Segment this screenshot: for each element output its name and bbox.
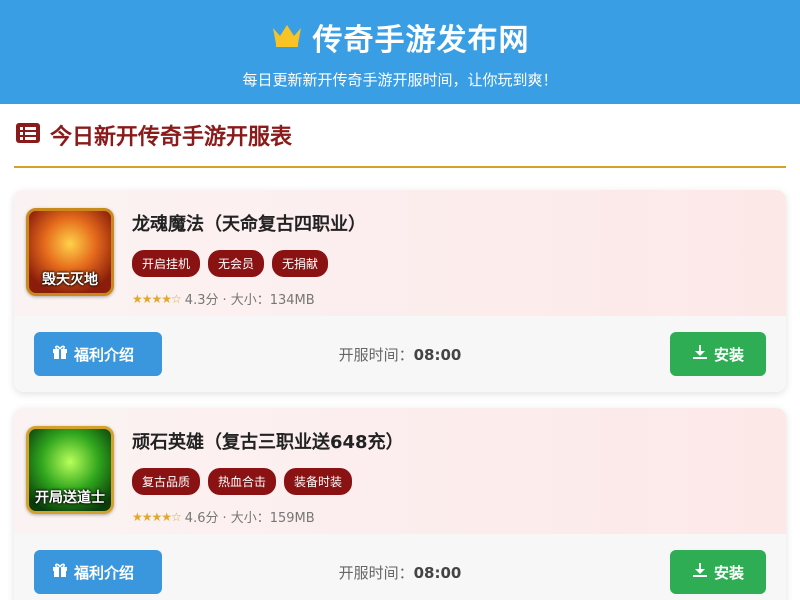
game-tag: 装备时装 bbox=[284, 468, 353, 495]
game-tags: 复古品质 热血合击 装备时装 bbox=[132, 468, 404, 495]
open-time-value: 08:00 bbox=[413, 345, 462, 364]
site-header: 传奇手游发布网 每日更新新开传奇手游开服时间，让你玩到爽！ bbox=[0, 0, 800, 104]
game-rating: 4.3分 bbox=[184, 293, 219, 308]
game-thumbnail[interactable]: 开局送道士 bbox=[26, 426, 114, 514]
game-rating: 4.6分 bbox=[184, 511, 219, 526]
game-tag: 无会员 bbox=[208, 250, 265, 277]
section-title: 今日新开传奇手游开服表 bbox=[50, 125, 293, 150]
install-button-label: 安装 bbox=[713, 345, 744, 364]
gift-icon bbox=[52, 562, 68, 582]
section-header: 今日新开传奇手游开服表 bbox=[14, 104, 786, 168]
game-list: 毁天灭地 龙魂魔法（天命复古四职业） 开启挂机 无会员 无捐献 ★★★★☆ 4.… bbox=[0, 168, 800, 600]
open-time-value: 08:00 bbox=[413, 563, 462, 582]
game-name[interactable]: 龙魂魔法（天命复古四职业） bbox=[132, 210, 366, 236]
open-time-label: 开服时间： bbox=[338, 345, 414, 364]
game-size: · 大小：159MB bbox=[222, 511, 315, 526]
game-info: 龙魂魔法（天命复古四职业） 开启挂机 无会员 无捐献 ★★★★☆ 4.3分 · … bbox=[132, 208, 366, 308]
game-card-info: 开局送道士 顽石英雄（复古三职业送648充） 复古品质 热血合击 装备时装 ★★… bbox=[14, 408, 786, 534]
download-icon bbox=[692, 562, 708, 582]
crown-icon bbox=[271, 22, 303, 52]
install-button[interactable]: 安装 bbox=[670, 550, 766, 594]
game-tag: 复古品质 bbox=[132, 468, 201, 495]
site-subtitle: 每日更新新开传奇手游开服时间，让你玩到爽！ bbox=[242, 70, 558, 89]
game-tag: 热血合击 bbox=[208, 468, 277, 495]
game-name[interactable]: 顽石英雄（复古三职业送648充） bbox=[132, 428, 404, 454]
game-thumbnail[interactable]: 毁天灭地 bbox=[26, 208, 114, 296]
game-meta: ★★★★☆ 4.6分 · 大小：159MB bbox=[132, 507, 404, 527]
game-card-actions: 福利介绍 开服时间：08:00 安装 bbox=[14, 534, 786, 600]
thumbnail-text: 开局送道士 bbox=[35, 490, 105, 506]
install-button[interactable]: 安装 bbox=[670, 332, 766, 376]
welfare-button-label: 福利介绍 bbox=[74, 563, 135, 582]
install-button-label: 安装 bbox=[713, 563, 744, 582]
welfare-button[interactable]: 福利介绍 bbox=[34, 550, 162, 594]
game-tag: 开启挂机 bbox=[132, 250, 201, 277]
gift-icon bbox=[52, 344, 68, 364]
rating-stars-icon: ★★★★☆ bbox=[132, 509, 182, 524]
game-meta: ★★★★☆ 4.3分 · 大小：134MB bbox=[132, 289, 366, 309]
open-time-label: 开服时间： bbox=[338, 563, 414, 582]
welfare-button[interactable]: 福利介绍 bbox=[34, 332, 162, 376]
header-title-row: 传奇手游发布网 bbox=[271, 15, 530, 59]
game-info: 顽石英雄（复古三职业送648充） 复古品质 热血合击 装备时装 ★★★★☆ 4.… bbox=[132, 426, 404, 526]
game-size: · 大小：134MB bbox=[222, 293, 315, 308]
site-title: 传奇手游发布网 bbox=[312, 22, 530, 58]
game-tags: 开启挂机 无会员 无捐献 bbox=[132, 250, 366, 277]
thumbnail-text: 毁天灭地 bbox=[42, 272, 98, 288]
game-card-actions: 福利介绍 开服时间：08:00 安装 bbox=[14, 316, 786, 392]
download-icon bbox=[692, 344, 708, 364]
welfare-button-label: 福利介绍 bbox=[74, 345, 135, 364]
game-card: 毁天灭地 龙魂魔法（天命复古四职业） 开启挂机 无会员 无捐献 ★★★★☆ 4.… bbox=[14, 190, 786, 392]
game-tag: 无捐献 bbox=[272, 250, 329, 277]
list-icon bbox=[16, 123, 40, 147]
rating-stars-icon: ★★★★☆ bbox=[132, 291, 182, 306]
game-card-info: 毁天灭地 龙魂魔法（天命复古四职业） 开启挂机 无会员 无捐献 ★★★★☆ 4.… bbox=[14, 190, 786, 316]
game-card: 开局送道士 顽石英雄（复古三职业送648充） 复古品质 热血合击 装备时装 ★★… bbox=[14, 408, 786, 600]
